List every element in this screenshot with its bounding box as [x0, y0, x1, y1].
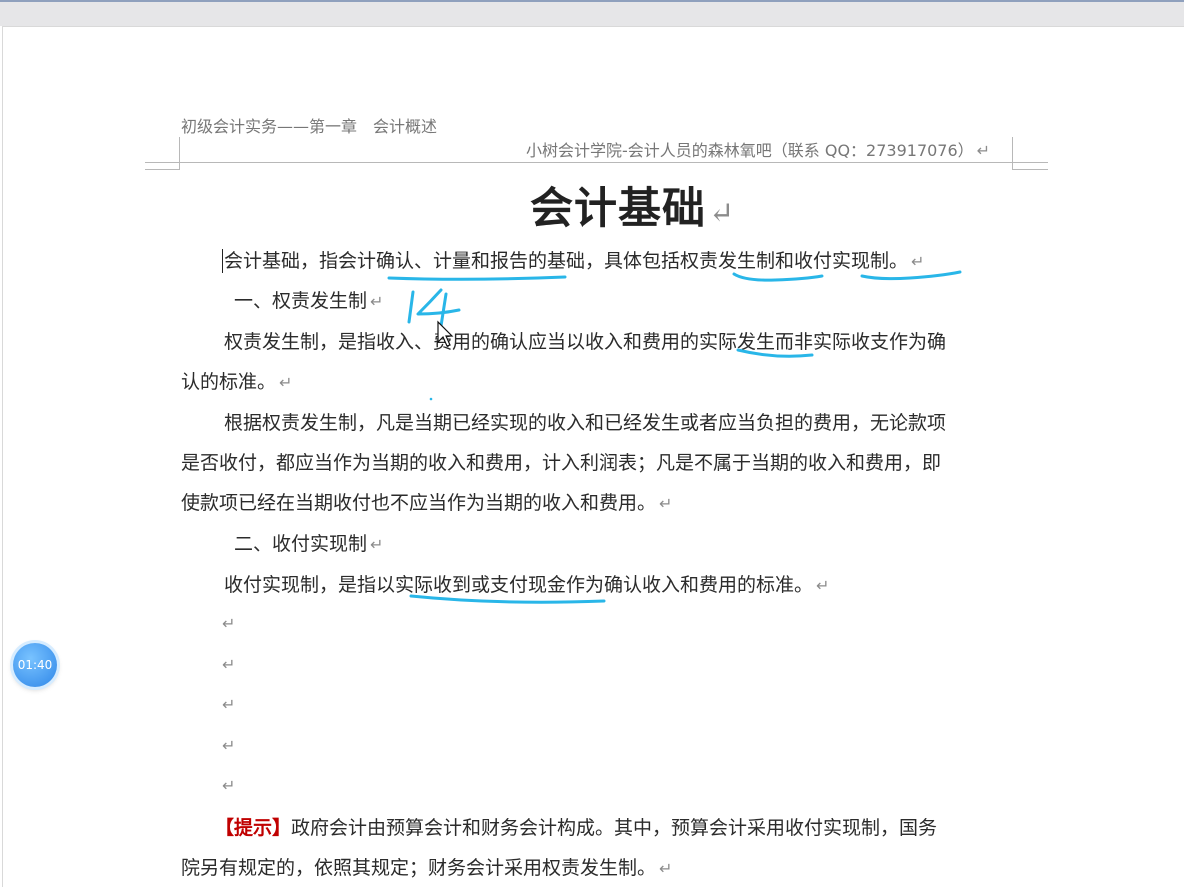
- paragraph-tip-line1[interactable]: 【提示】政府会计由预算会计和财务会计构成。其中，预算会计采用收付实现制，国务: [215, 816, 937, 840]
- paragraph-accrual-detail-line1[interactable]: 根据权责发生制，凡是当期已经实现的收入和已经发生或者应当负担的费用，无论款项: [224, 411, 946, 435]
- crop-mark-right: [1012, 137, 1013, 170]
- empty-paragraph-mark[interactable]: ↵: [222, 736, 235, 755]
- crop-mark-right-h: [1012, 169, 1048, 170]
- crop-mark-left: [179, 137, 180, 170]
- empty-paragraph-mark[interactable]: ↵: [222, 695, 235, 714]
- empty-paragraph-mark[interactable]: ↵: [222, 776, 235, 795]
- empty-paragraph-mark[interactable]: ↵: [222, 655, 235, 674]
- paragraph-accrual-line2[interactable]: 认的标准。 ↵: [181, 370, 292, 395]
- tip-label: 【提示】: [215, 817, 292, 839]
- document-title: 会计基础 ↵: [530, 184, 736, 234]
- heading-cash-basis[interactable]: 二、收付实现制 ↵: [234, 532, 383, 557]
- paragraph-accrual-line1[interactable]: 权责发生制，是指收入、费用的确认应当以收入和费用的实际发生而非实际收支作为确: [224, 330, 946, 354]
- header-chapter-title: 初级会计实务——第一章 会计概述: [181, 117, 438, 136]
- text-cursor: [222, 249, 223, 273]
- paragraph-definition[interactable]: 会计基础，指会计确认、计量和报告的基础，具体包括权责发生制和收付实现制。 ↵: [224, 249, 924, 274]
- header-contact-info: 小树会计学院-会计人员的森林氧吧（联系 QQ：273917076） ↵: [526, 141, 991, 160]
- paragraph-accrual-detail-line3[interactable]: 使款项已经在当期收付也不应当作为当期的收入和费用。 ↵: [181, 491, 672, 516]
- heading-accrual-basis[interactable]: 一、权责发生制 ↵: [234, 289, 383, 314]
- paragraph-cash-basis[interactable]: 收付实现制，是指以实际收到或支付现金作为确认收入和费用的标准。 ↵: [224, 573, 829, 598]
- empty-paragraph-mark[interactable]: ↵: [222, 614, 235, 633]
- paragraph-tip-line2[interactable]: 院另有规定的，依照其规定；财务会计采用权责发生制。 ↵: [181, 856, 672, 881]
- paragraph-accrual-detail-line2[interactable]: 是否收付，都应当作为当期的收入和费用，计入利润表；凡是不属于当期的收入和费用，即: [181, 451, 941, 475]
- crop-mark-left-h: [145, 169, 180, 170]
- recording-timer-badge[interactable]: 01:40: [13, 643, 57, 687]
- header-divider: [145, 162, 1048, 163]
- window-top-bar: [0, 0, 1184, 26]
